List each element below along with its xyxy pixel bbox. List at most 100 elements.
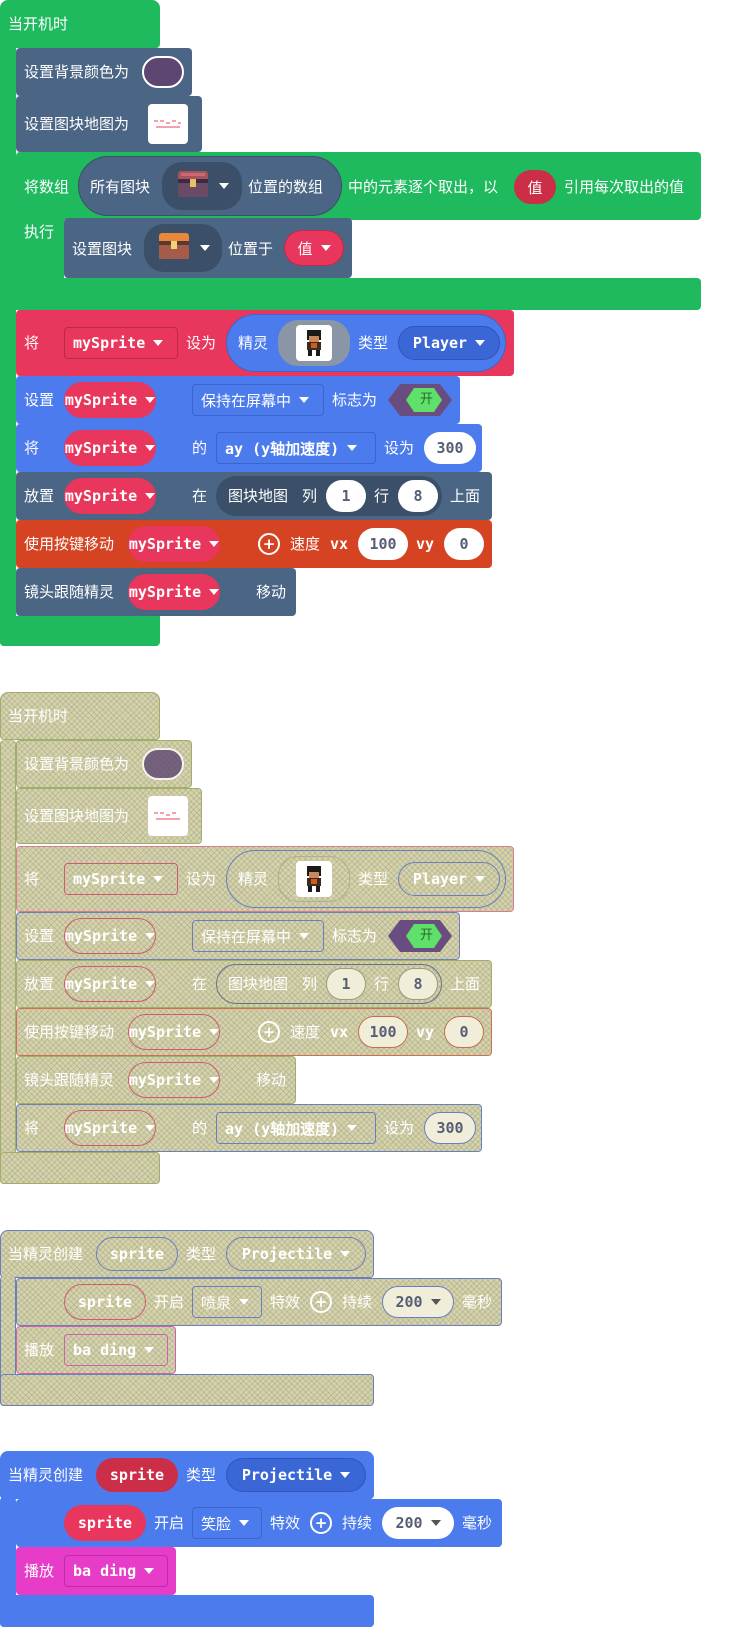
sprite-var-reporter[interactable]: mySprite xyxy=(64,1110,156,1146)
set-bg-color-label: 设置背景颜色为 xyxy=(24,755,130,773)
kind-label: 类型 xyxy=(358,870,389,888)
sound-dropdown[interactable]: ba ding xyxy=(64,1334,168,1366)
set-bg-color-label: 设置背景颜色为 xyxy=(24,63,130,81)
flag-is-label: 标志为 xyxy=(332,391,378,409)
chevron-down-icon xyxy=(475,340,486,346)
chevron-down-icon xyxy=(209,1077,220,1083)
set-var-label: 将 xyxy=(24,439,40,457)
property-dropdown[interactable]: ay (y轴加速度) xyxy=(216,1112,376,1144)
chevron-down-icon xyxy=(145,397,156,403)
start-label: 开启 xyxy=(154,1293,185,1311)
expand-plus-icon[interactable]: + xyxy=(258,1021,280,1043)
vx-value-input[interactable]: 100 xyxy=(358,1016,408,1048)
expand-plus-icon[interactable]: + xyxy=(310,1291,332,1313)
hero-sprite-icon xyxy=(296,325,332,361)
vy-label: vy xyxy=(416,535,435,553)
on-start-body-rail xyxy=(0,40,16,646)
effect-dropdown[interactable]: 笑脸 xyxy=(192,1507,262,1539)
sprite-var-reporter[interactable]: mySprite xyxy=(128,574,220,610)
chevron-down-icon xyxy=(475,876,486,882)
tile-picker-chest-orange[interactable] xyxy=(144,224,222,272)
flag-dropdown[interactable]: 保持在屏幕中 xyxy=(192,384,324,416)
sprite-var-reporter[interactable]: mySprite xyxy=(64,918,156,954)
col-value-input[interactable]: 1 xyxy=(326,968,366,1000)
sprite-var-dropdown[interactable]: mySprite xyxy=(64,863,178,895)
set-var-label: 将 xyxy=(24,870,40,888)
sprite-var-reporter[interactable]: mySprite xyxy=(128,1014,220,1050)
sprite-var-reporter[interactable]: mySprite xyxy=(64,382,156,418)
tile-picker-chest[interactable] xyxy=(162,162,242,210)
kind-dropdown[interactable]: Projectile xyxy=(226,1237,366,1271)
duration-label: 持续 xyxy=(342,1514,373,1532)
value-var-dropdown[interactable]: 值 xyxy=(284,230,344,266)
effect-label: 特效 xyxy=(270,1514,301,1532)
sprite-ref-reporter[interactable]: sprite xyxy=(64,1284,146,1320)
expand-plus-icon[interactable]: + xyxy=(258,533,280,555)
toggle-on-switch[interactable]: 开 xyxy=(388,920,452,952)
property-dropdown[interactable]: ay (y轴加速度) xyxy=(216,432,376,464)
sprite-param-reporter[interactable]: sprite xyxy=(96,1237,178,1271)
row-label: 行 xyxy=(374,975,390,993)
place-label: 放置 xyxy=(24,975,55,993)
col-value-input[interactable]: 1 xyxy=(326,480,366,512)
ay-value-input[interactable]: 300 xyxy=(424,432,476,464)
row-value-input[interactable]: 8 xyxy=(398,480,438,512)
effect-dropdown[interactable]: 喷泉 xyxy=(192,1286,262,1318)
flag-dropdown[interactable]: 保持在屏幕中 xyxy=(192,920,324,952)
chevron-down-icon xyxy=(340,1472,351,1478)
each-element-label: 中的元素逐个取出，以 xyxy=(348,178,499,196)
ms-label: 毫秒 xyxy=(462,1293,493,1311)
col-label: 列 xyxy=(302,975,318,993)
kind-dropdown[interactable]: Projectile xyxy=(226,1458,366,1492)
sprite-var-dropdown[interactable]: mySprite xyxy=(64,327,178,359)
chevron-down-icon xyxy=(219,183,229,189)
move-label: 移动 xyxy=(256,583,287,601)
tilemap-thumbnail[interactable] xyxy=(148,104,188,144)
chevron-down-icon xyxy=(347,1125,358,1131)
kind-dropdown[interactable]: Player xyxy=(398,862,500,896)
bg-color-swatch[interactable] xyxy=(142,56,184,88)
duration-dropdown[interactable]: 200 xyxy=(382,1286,454,1318)
chevron-down-icon xyxy=(153,340,164,346)
set-var-label: 将 xyxy=(24,1119,40,1137)
value-variable[interactable]: 值 xyxy=(514,170,556,204)
tilemap-thumbnail[interactable] xyxy=(148,796,188,836)
chevron-down-icon xyxy=(153,876,164,882)
set-to-label: 设为 xyxy=(186,870,217,888)
vy-value-input[interactable]: 0 xyxy=(444,528,484,560)
set-tilemap-label: 设置图块地图为 xyxy=(24,115,130,133)
vy-label: vy xyxy=(416,1023,435,1041)
sound-dropdown[interactable]: ba ding xyxy=(64,1555,168,1587)
kind-dropdown[interactable]: Player xyxy=(398,326,500,360)
sprite-var-reporter[interactable]: mySprite xyxy=(64,430,156,466)
row-value-input[interactable]: 8 xyxy=(398,968,438,1000)
sprite-var-reporter[interactable]: mySprite xyxy=(128,1062,220,1098)
vx-label: vx xyxy=(330,1023,349,1041)
camera-follow-label: 镜头跟随精灵 xyxy=(24,583,115,601)
vy-value-input[interactable]: 0 xyxy=(444,1016,484,1048)
for-element-bottom xyxy=(16,278,701,310)
ay-value-input[interactable]: 300 xyxy=(424,1112,476,1144)
on-sprite-created-label: 当精灵创建 xyxy=(8,1245,84,1263)
sprite-var-reporter[interactable]: mySprite xyxy=(128,526,220,562)
chest-icon xyxy=(175,167,211,205)
bg-color-swatch[interactable] xyxy=(142,748,184,780)
expand-plus-icon[interactable]: + xyxy=(310,1512,332,1534)
vx-value-input[interactable]: 100 xyxy=(358,528,408,560)
sprite-var-reporter[interactable]: mySprite xyxy=(64,966,156,1002)
toggle-on-switch[interactable]: 开 xyxy=(388,384,452,416)
duration-dropdown[interactable]: 200 xyxy=(382,1507,454,1539)
vx-label: vx xyxy=(330,535,349,553)
execute-label: 执行 xyxy=(24,223,55,241)
sprite-ref-reporter[interactable]: sprite xyxy=(64,1505,146,1541)
sprite-param-reporter[interactable]: sprite xyxy=(96,1458,178,1492)
play-label: 播放 xyxy=(24,1562,55,1580)
sprite-image-picker[interactable] xyxy=(278,856,350,902)
set-tile-label: 设置图块 xyxy=(72,240,133,258)
sprite-image-picker[interactable] xyxy=(278,320,350,366)
sprite-var-reporter[interactable]: mySprite xyxy=(64,478,156,514)
chevron-down-icon xyxy=(145,981,156,987)
on-start-label: 当开机时 xyxy=(8,15,69,33)
chevron-down-icon xyxy=(209,589,220,595)
set-to-label: 设为 xyxy=(186,334,217,352)
